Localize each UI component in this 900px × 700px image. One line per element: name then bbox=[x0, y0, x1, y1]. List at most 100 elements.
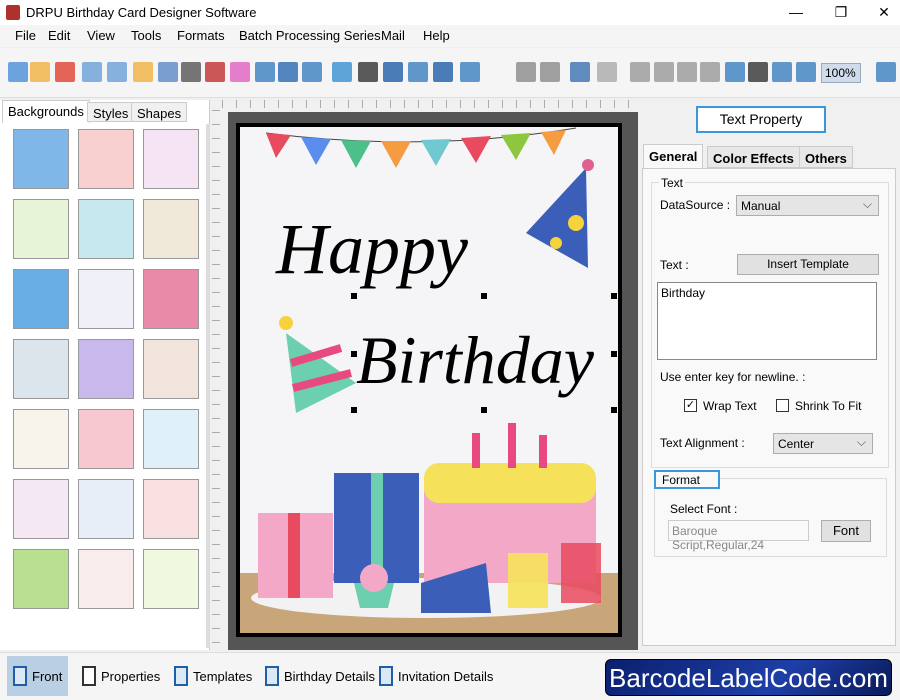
zoom-in-icon[interactable] bbox=[796, 62, 816, 82]
menu-file[interactable]: File bbox=[15, 28, 36, 43]
menu-edit[interactable]: Edit bbox=[48, 28, 70, 43]
undo-icon[interactable] bbox=[570, 62, 590, 82]
background-thumbnail[interactable] bbox=[13, 409, 69, 469]
wordart-icon[interactable] bbox=[332, 62, 352, 82]
barcode-icon[interactable] bbox=[358, 62, 378, 82]
background-thumbnail[interactable] bbox=[13, 339, 69, 399]
wrap-text-label: Wrap Text bbox=[703, 399, 757, 413]
background-thumbnail[interactable] bbox=[78, 199, 134, 259]
delete-icon[interactable] bbox=[700, 62, 720, 82]
background-thumbnail[interactable] bbox=[78, 339, 134, 399]
zoom-level[interactable]: 100% bbox=[821, 63, 861, 83]
invitation-details-tab[interactable]: Invitation Details bbox=[373, 656, 499, 696]
fit-icon[interactable] bbox=[772, 62, 792, 82]
birthday-card[interactable]: Happy Birthday bbox=[236, 123, 622, 637]
insert-template-button[interactable]: Insert Template bbox=[737, 254, 879, 275]
datasource-select[interactable]: Manual bbox=[736, 195, 879, 216]
background-thumbnail[interactable] bbox=[13, 479, 69, 539]
database-icon[interactable] bbox=[516, 62, 536, 82]
templates-tab[interactable]: Templates bbox=[168, 656, 258, 696]
font-button[interactable]: Font bbox=[821, 520, 871, 542]
card-text-birthday[interactable]: Birthday bbox=[356, 322, 595, 398]
background-thumbnail[interactable] bbox=[13, 269, 69, 329]
title-bar: DRPU Birthday Card Designer Software — ❐… bbox=[0, 0, 900, 25]
gift-icon[interactable] bbox=[230, 62, 250, 82]
menu-view[interactable]: View bbox=[87, 28, 115, 43]
birthday-details-icon bbox=[265, 666, 279, 686]
background-thumbnail[interactable] bbox=[78, 479, 134, 539]
shrink-to-fit-checkbox[interactable] bbox=[776, 399, 789, 412]
menu-mail[interactable]: Mail bbox=[381, 28, 405, 43]
shapes-icon[interactable] bbox=[302, 62, 322, 82]
signature-icon[interactable] bbox=[433, 62, 453, 82]
text-label: Text : bbox=[660, 258, 689, 272]
card-icon[interactable] bbox=[205, 62, 225, 82]
card-text-happy[interactable]: Happy bbox=[275, 209, 468, 289]
tab-general[interactable]: General bbox=[643, 144, 704, 169]
app-icon bbox=[6, 5, 20, 20]
close-button[interactable]: ✕ bbox=[866, 2, 900, 22]
save-as-icon[interactable] bbox=[107, 62, 127, 82]
background-thumbnail[interactable] bbox=[78, 409, 134, 469]
tab-styles[interactable]: Styles bbox=[87, 102, 135, 122]
panel-header: Text Property bbox=[696, 106, 826, 133]
birthday-details-tab[interactable]: Birthday Details bbox=[259, 656, 381, 696]
invitation-details-icon bbox=[379, 666, 393, 686]
database2-icon[interactable] bbox=[540, 62, 560, 82]
background-thumbnail[interactable] bbox=[78, 269, 134, 329]
minimize-button[interactable]: — bbox=[778, 2, 814, 22]
menu-tools[interactable]: Tools bbox=[131, 28, 161, 43]
wrap-text-checkbox[interactable]: ✓ bbox=[684, 399, 697, 412]
tab-shapes[interactable]: Shapes bbox=[131, 102, 188, 122]
menu-formats[interactable]: Formats bbox=[177, 28, 225, 43]
background-thumbnail[interactable] bbox=[78, 129, 134, 189]
save-icon[interactable] bbox=[82, 62, 102, 82]
grid-icon[interactable] bbox=[725, 62, 745, 82]
tab-backgrounds[interactable]: Backgrounds bbox=[2, 100, 90, 123]
select-font-label: Select Font : bbox=[670, 502, 738, 516]
front-icon bbox=[13, 666, 27, 686]
mail-icon[interactable] bbox=[460, 62, 480, 82]
actual-size-icon[interactable] bbox=[748, 62, 768, 82]
text-input[interactable]: Birthday bbox=[657, 282, 877, 360]
background-thumbnail[interactable] bbox=[13, 199, 69, 259]
copy-icon[interactable] bbox=[630, 62, 650, 82]
background-thumbnail[interactable] bbox=[13, 549, 69, 609]
brand-logo: BarcodeLabelCode.com bbox=[605, 659, 892, 696]
close-icon[interactable] bbox=[55, 62, 75, 82]
text-box-icon[interactable] bbox=[408, 62, 428, 82]
background-thumbnail[interactable] bbox=[143, 409, 199, 469]
maximize-button[interactable]: ❐ bbox=[823, 2, 859, 22]
text-alignment-label: Text Alignment : bbox=[660, 436, 745, 450]
redo-icon[interactable] bbox=[597, 62, 617, 82]
properties-icon[interactable] bbox=[158, 62, 178, 82]
background-thumbnail[interactable] bbox=[78, 549, 134, 609]
front-tab[interactable]: Front bbox=[7, 656, 69, 696]
cut-icon[interactable] bbox=[654, 62, 674, 82]
paste-icon[interactable] bbox=[677, 62, 697, 82]
tab-color-effects[interactable]: Color Effects bbox=[707, 146, 800, 168]
image-icon[interactable] bbox=[255, 62, 275, 82]
background-thumbnail[interactable] bbox=[13, 129, 69, 189]
properties-tab[interactable]: Properties bbox=[76, 656, 166, 696]
print-icon[interactable] bbox=[181, 62, 201, 82]
pen-icon[interactable] bbox=[278, 62, 298, 82]
left-scrollbar[interactable] bbox=[206, 124, 210, 648]
background-thumbnail[interactable] bbox=[143, 199, 199, 259]
background-thumbnail[interactable] bbox=[143, 339, 199, 399]
zoom-out-icon[interactable] bbox=[876, 62, 896, 82]
menu-help[interactable]: Help bbox=[423, 28, 450, 43]
background-thumbnail[interactable] bbox=[143, 479, 199, 539]
menu-bar: File Edit View Tools Formats Batch Proce… bbox=[0, 25, 900, 47]
vertical-ruler bbox=[212, 110, 220, 650]
background-thumbnail[interactable] bbox=[143, 269, 199, 329]
background-thumbnail[interactable] bbox=[143, 129, 199, 189]
text-alignment-select[interactable]: Center bbox=[773, 433, 873, 454]
text-icon[interactable] bbox=[383, 62, 403, 82]
export-icon[interactable] bbox=[133, 62, 153, 82]
menu-batch[interactable]: Batch Processing Series bbox=[239, 28, 381, 43]
open-icon[interactable] bbox=[30, 62, 50, 82]
background-thumbnail[interactable] bbox=[143, 549, 199, 609]
new-icon[interactable] bbox=[8, 62, 28, 82]
tab-others[interactable]: Others bbox=[799, 146, 853, 168]
